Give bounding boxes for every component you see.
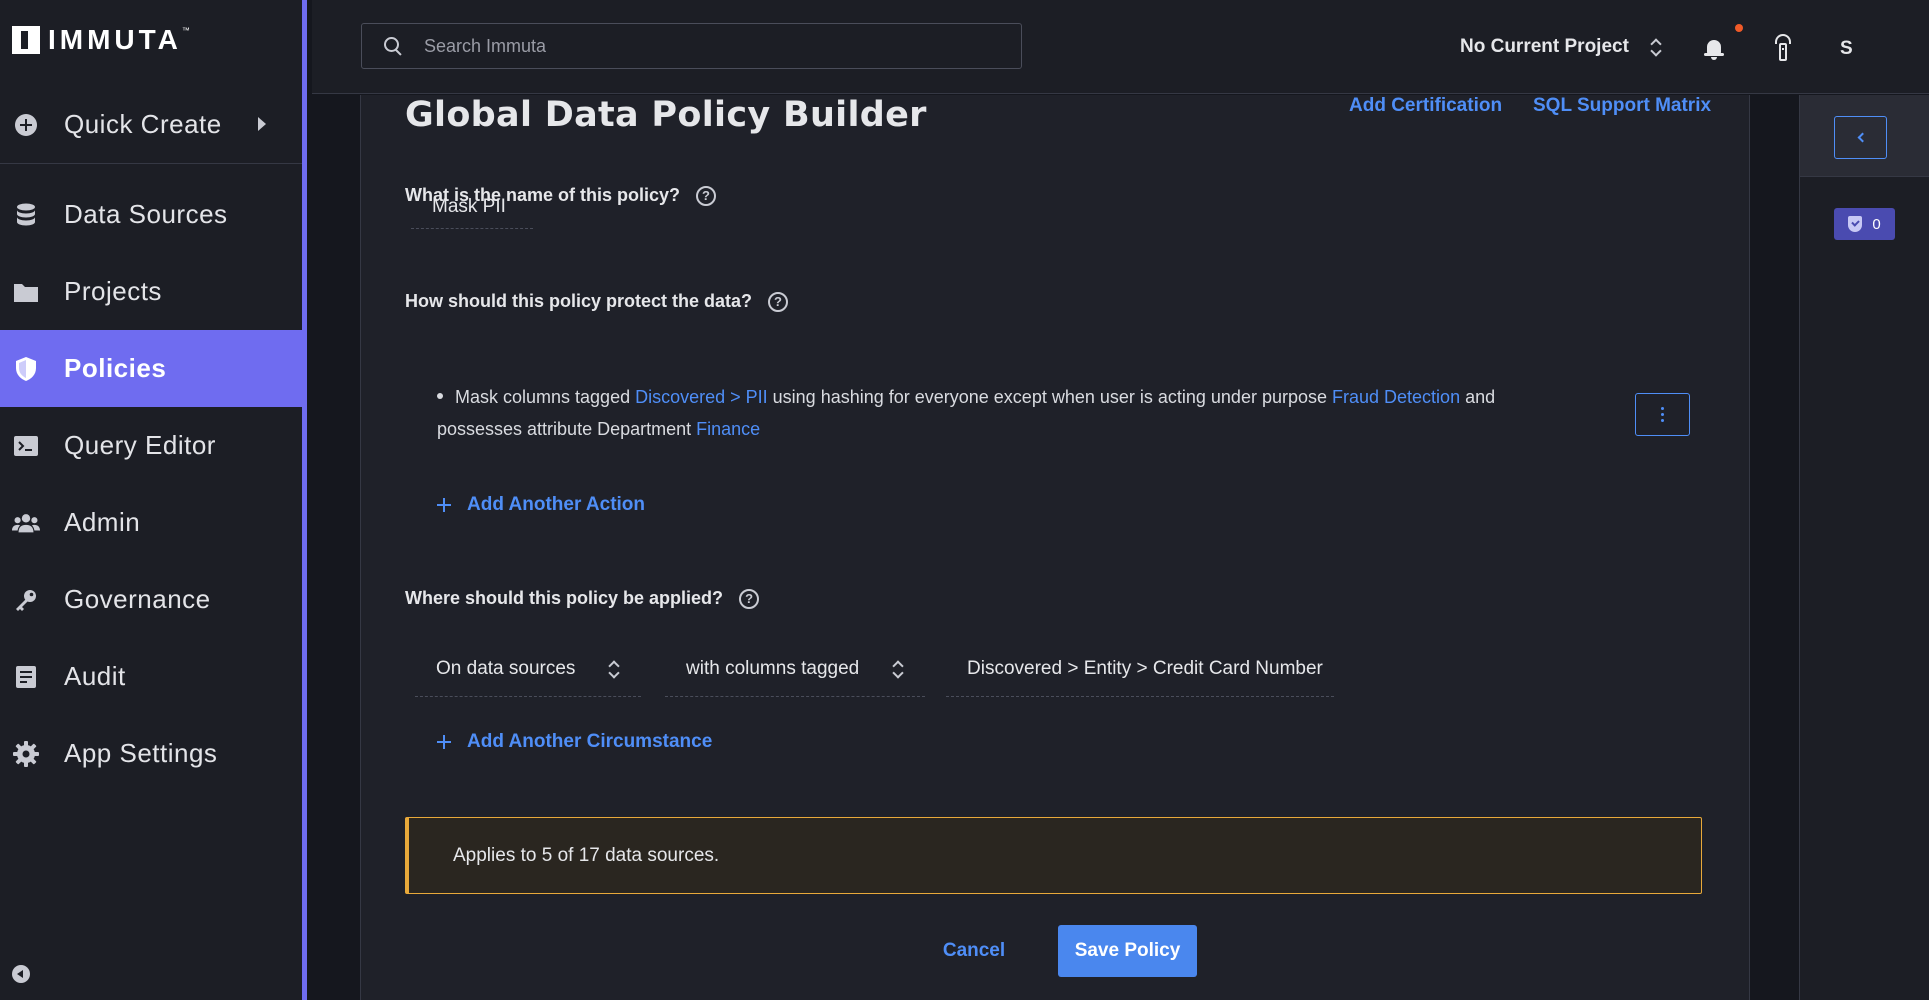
help-icon[interactable]: ?: [696, 185, 717, 206]
logo-wordmark: IMMUTA: [48, 24, 182, 55]
policy-name-value: Mask PII: [432, 195, 506, 217]
sidebar-item-label: Query Editor: [64, 430, 216, 460]
policy-count: 0: [1872, 215, 1881, 233]
updown-icon: [609, 659, 619, 679]
folder-icon: [12, 278, 40, 306]
quick-create-label: Quick Create: [64, 109, 222, 139]
sidebar-item-label: Audit: [64, 661, 126, 691]
search-box[interactable]: [361, 23, 1022, 69]
tag-link[interactable]: Discovered > PII: [635, 387, 768, 407]
sidebar-item-label: Admin: [64, 507, 141, 537]
user-avatar[interactable]: S: [1840, 38, 1853, 60]
cancel-button[interactable]: Cancel: [919, 925, 1029, 977]
question-label: How should this policy protect the data?: [405, 291, 753, 311]
action-text-2: using hashing for everyone except when u…: [767, 387, 1333, 407]
kebab-icon: [1661, 407, 1664, 410]
sql-support-matrix-link[interactable]: SQL Support Matrix: [1533, 95, 1711, 117]
add-another-circumstance-button[interactable]: Add Another Circumstance: [437, 731, 712, 753]
applied-question: Where should this policy be applied? ?: [405, 588, 760, 609]
sidebar-item-admin[interactable]: Admin: [0, 484, 302, 561]
tag-select[interactable]: Discovered > Entity > Credit Card Number: [946, 641, 1334, 697]
logo-trademark: ™: [181, 26, 190, 35]
sidebar-item-label: Data Sources: [64, 199, 228, 229]
action-menu-button[interactable]: [1635, 393, 1690, 436]
sidebar-item-query-editor[interactable]: Query Editor: [0, 407, 302, 484]
collapse-sidebar-icon[interactable]: [12, 965, 30, 983]
applies-text: Applies to 5 of 17 data sources.: [453, 844, 720, 866]
sidebar-item-label: Policies: [64, 353, 167, 383]
caret-right-icon: [258, 117, 266, 131]
sidebar-item-label: Projects: [64, 276, 162, 306]
project-selector-label: No Current Project: [1460, 36, 1629, 57]
scope-select[interactable]: On data sources: [415, 641, 641, 697]
bell-icon[interactable]: [1704, 38, 1724, 60]
sidebar-item-audit[interactable]: Audit: [0, 638, 302, 715]
purpose-link[interactable]: Fraud Detection: [1332, 387, 1460, 407]
users-icon: [12, 509, 40, 537]
tag-select-value: Discovered > Entity > Credit Card Number: [967, 657, 1323, 679]
plus-circle-icon: [12, 111, 40, 139]
help-icon[interactable]: ?: [739, 588, 760, 609]
plus-icon: [437, 498, 451, 512]
question-label: Where should this policy be applied?: [405, 588, 724, 608]
shield-icon: [12, 355, 40, 383]
updown-icon: [893, 659, 903, 679]
sidebar-item-governance[interactable]: Governance: [0, 561, 302, 638]
logo-mark: [12, 26, 40, 54]
plus-icon: [437, 735, 451, 749]
right-panel-header: [1800, 95, 1929, 177]
condition-select[interactable]: with columns tagged: [665, 641, 925, 697]
policy-builder-panel: Global Data Policy Builder Add Certifica…: [360, 95, 1750, 1000]
sidebar-item-app-settings[interactable]: App Settings: [0, 715, 302, 792]
applies-notice: Applies to 5 of 17 data sources.: [405, 817, 1702, 894]
key-icon: [12, 586, 40, 614]
top-bar: No Current Project S: [312, 0, 1929, 94]
sidebar-item-data-sources[interactable]: Data Sources: [0, 176, 302, 253]
attribute-link[interactable]: Finance: [696, 419, 760, 439]
add-certification-link[interactable]: Add Certification: [1349, 95, 1502, 117]
scope-select-value: On data sources: [436, 657, 576, 679]
bullet: [437, 393, 443, 400]
action-text-1: Mask columns tagged: [455, 387, 636, 407]
sidebar-item-policies[interactable]: Policies: [0, 330, 302, 407]
terminal-icon: [12, 432, 40, 460]
policy-name-field[interactable]: Mask PII: [411, 185, 533, 229]
policy-count-badge[interactable]: 0: [1834, 208, 1895, 240]
chevron-left-icon: [1857, 132, 1868, 143]
remote-icon[interactable]: [1774, 34, 1792, 62]
updown-icon: [1651, 37, 1661, 57]
search-icon: [384, 37, 402, 55]
gear-icon: [12, 740, 40, 768]
sidebar-nav: Data Sources Projects Policies Query Edi…: [0, 176, 302, 792]
sidebar-item-label: Governance: [64, 584, 211, 614]
add-action-label: Add Another Action: [467, 494, 646, 515]
search-input[interactable]: [424, 35, 984, 57]
immuta-logo[interactable]: IMMUTA ™: [12, 24, 190, 56]
help-icon[interactable]: ?: [768, 291, 789, 312]
database-icon: [12, 201, 40, 229]
add-circumstance-label: Add Another Circumstance: [467, 731, 713, 752]
condition-select-value: with columns tagged: [686, 657, 860, 679]
notification-dot: [1735, 24, 1743, 32]
sidebar-item-label: App Settings: [64, 738, 218, 768]
right-panel: 0: [1799, 95, 1929, 1000]
sidebar: IMMUTA ™ Quick Create Data Sources Proje…: [0, 0, 307, 1000]
collapse-panel-button[interactable]: [1834, 116, 1887, 159]
save-policy-button[interactable]: Save Policy: [1058, 925, 1197, 977]
sidebar-item-projects[interactable]: Projects: [0, 253, 302, 330]
page-title: Global Data Policy Builder: [405, 95, 927, 135]
quick-create-button[interactable]: Quick Create: [0, 86, 302, 164]
shield-check-icon: [1848, 216, 1863, 232]
audit-icon: [12, 663, 40, 691]
add-another-action-button[interactable]: Add Another Action: [437, 494, 645, 516]
protection-question: How should this policy protect the data?…: [405, 291, 789, 312]
project-selector[interactable]: No Current Project: [1460, 36, 1661, 58]
policy-action-item: Mask columns tagged Discovered > PII usi…: [437, 381, 1557, 445]
